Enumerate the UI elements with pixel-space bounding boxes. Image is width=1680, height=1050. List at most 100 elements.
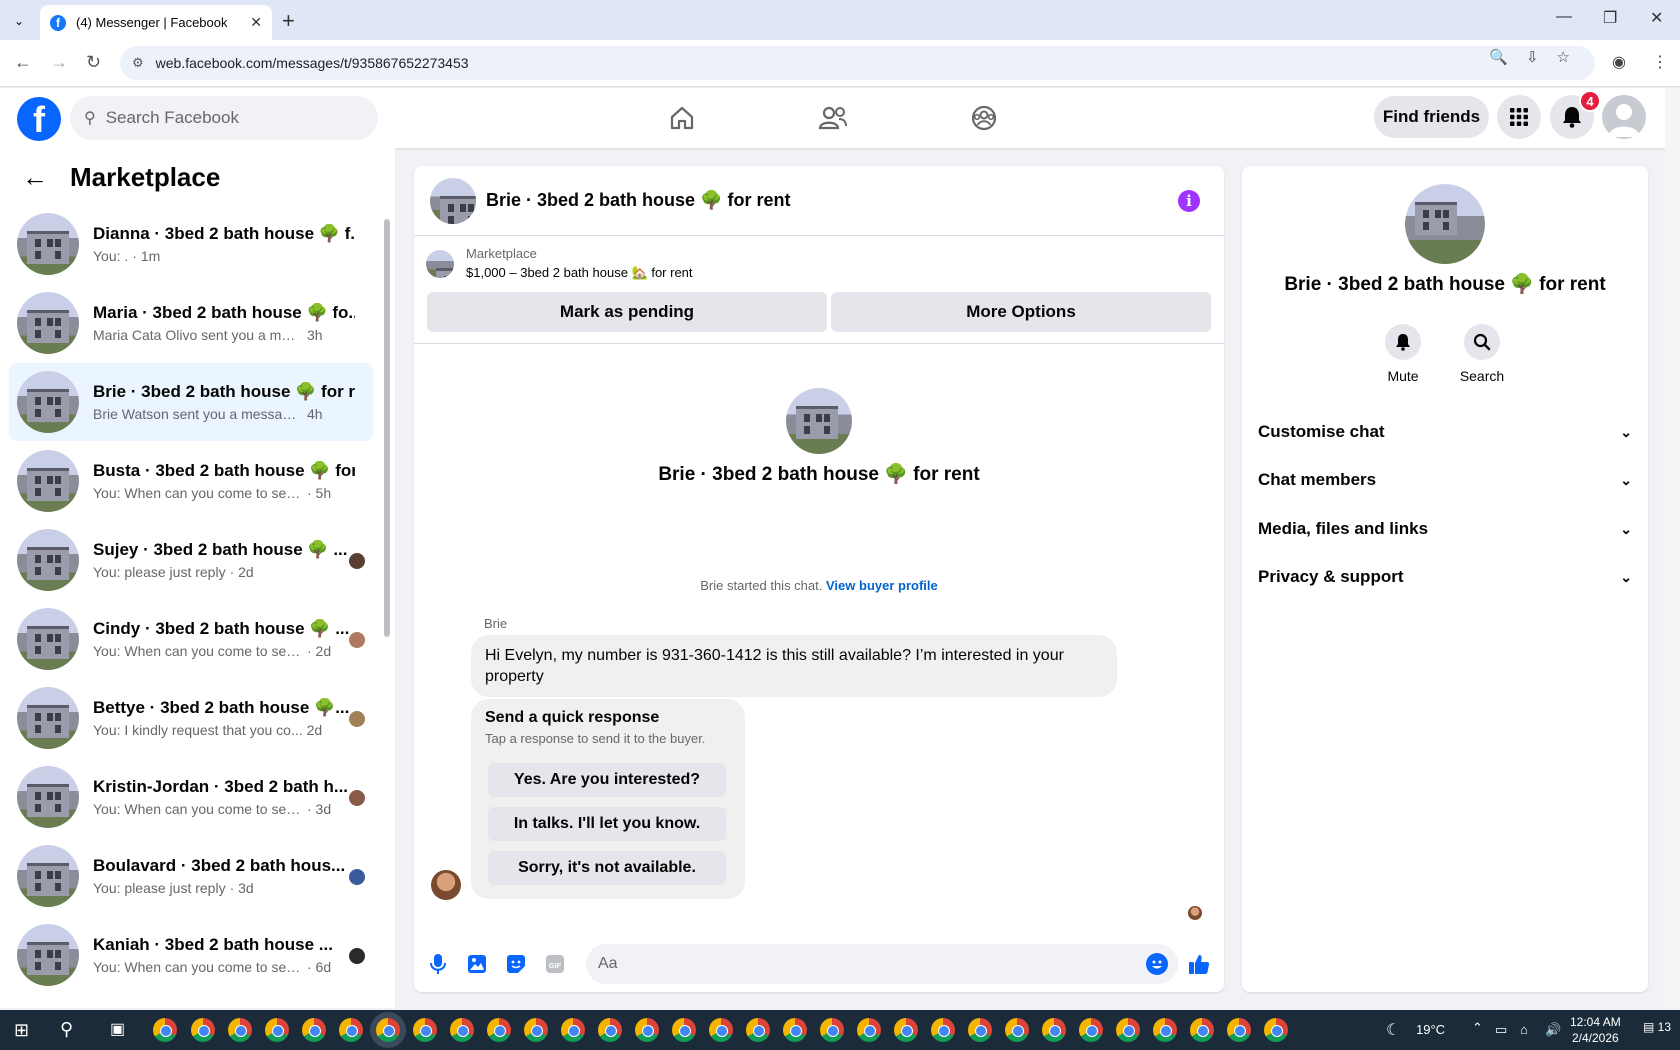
volume-icon[interactable]: 🔊 — [1545, 1022, 1561, 1038]
close-window-icon[interactable]: ✕ — [1650, 8, 1663, 28]
chrome-taskbar-icon[interactable] — [746, 1018, 770, 1042]
friends-icon[interactable] — [813, 98, 853, 138]
scrollbar-thumb[interactable] — [384, 219, 390, 637]
tray-device-icon[interactable]: ▭ — [1495, 1022, 1507, 1038]
chrome-taskbar-icon[interactable] — [339, 1018, 363, 1042]
sidebar-scrollbar[interactable] — [383, 203, 391, 1003]
conversation-item[interactable]: Dianna · 3bed 2 bath house 🌳 f... You: .… — [9, 205, 373, 283]
chrome-taskbar-icon[interactable] — [1079, 1018, 1103, 1042]
chrome-taskbar-icon[interactable] — [635, 1018, 659, 1042]
chrome-taskbar-icon[interactable] — [265, 1018, 289, 1042]
search-in-chat-button[interactable]: Search — [1452, 324, 1512, 384]
facebook-logo-icon[interactable]: f — [17, 97, 61, 141]
chrome-taskbar-icon[interactable] — [709, 1018, 733, 1042]
url-omnibox[interactable]: ⚙ web.facebook.com/messages/t/9358676522… — [120, 46, 1595, 80]
chrome-taskbar-icon[interactable] — [783, 1018, 807, 1042]
home-icon[interactable] — [662, 98, 702, 138]
chrome-taskbar-icon[interactable] — [857, 1018, 881, 1042]
info-icon[interactable]: i — [1178, 190, 1200, 212]
find-friends-button[interactable]: Find friends — [1374, 96, 1489, 138]
install-app-icon[interactable]: ⇩ — [1526, 48, 1539, 66]
chat-members-row[interactable]: Chat members ⌄ — [1258, 460, 1632, 500]
profile-icon[interactable]: ◉ — [1612, 52, 1626, 72]
conversation-item[interactable]: Maria · 3bed 2 bath house 🌳 fo... Maria … — [9, 284, 373, 362]
chrome-menu-icon[interactable]: ⋮ — [1652, 52, 1668, 72]
chrome-taskbar-icon[interactable] — [672, 1018, 696, 1042]
mute-button[interactable]: Mute — [1373, 324, 1433, 384]
menu-grid-icon[interactable] — [1497, 95, 1541, 139]
restore-icon[interactable]: ❐ — [1603, 8, 1617, 28]
page-scrollbar[interactable] — [1665, 88, 1680, 1008]
chat-thumbnail[interactable] — [430, 177, 476, 224]
chrome-taskbar-icon[interactable] — [561, 1018, 585, 1042]
conversation-item[interactable]: Cindy · 3bed 2 bath house 🌳 ... You: Whe… — [9, 600, 373, 678]
conversation-item-active[interactable]: Brie · 3bed 2 bath house 🌳 for r... Brie… — [9, 363, 373, 441]
mark-pending-button[interactable]: Mark as pending — [427, 292, 827, 332]
zoom-icon[interactable]: 🔍 — [1489, 48, 1508, 66]
network-icon[interactable]: ⌂ — [1520, 1022, 1528, 1037]
chrome-taskbar-icon[interactable] — [487, 1018, 511, 1042]
conversation-item[interactable]: Boulavard · 3bed 2 bath hous... You: ple… — [9, 837, 373, 915]
quick-reply-button[interactable]: Yes. Are you interested? — [488, 763, 726, 797]
conversation-item[interactable]: Bettye · 3bed 2 bath house 🌳... You: I k… — [9, 679, 373, 757]
bookmark-star-icon[interactable]: ☆ — [1557, 48, 1570, 66]
gif-icon[interactable]: GIF — [543, 952, 567, 976]
reload-icon[interactable]: ↻ — [86, 52, 101, 73]
chrome-taskbar-icon[interactable] — [376, 1018, 400, 1042]
new-tab-icon[interactable]: + — [282, 8, 295, 34]
chrome-taskbar-icon[interactable] — [191, 1018, 215, 1042]
forward-icon[interactable]: → — [50, 52, 68, 73]
conversation-item[interactable]: Sujey · 3bed 2 bath house 🌳 ... You: ple… — [9, 521, 373, 599]
windows-start-icon[interactable]: ⊞ — [14, 1020, 29, 1041]
chrome-taskbar-icon[interactable] — [1116, 1018, 1140, 1042]
account-avatar[interactable] — [1602, 95, 1646, 139]
weather-moon-icon[interactable]: ☾ — [1386, 1020, 1400, 1040]
privacy-support-row[interactable]: Privacy & support ⌄ — [1258, 557, 1632, 597]
chrome-taskbar-icon[interactable] — [228, 1018, 252, 1042]
tray-chevron-up-icon[interactable]: ⌃ — [1472, 1020, 1483, 1036]
back-arrow-icon[interactable]: ← — [22, 162, 48, 193]
chrome-taskbar-icon[interactable] — [413, 1018, 437, 1042]
media-files-links-row[interactable]: Media, files and links ⌄ — [1258, 509, 1632, 549]
chrome-taskbar-icon[interactable] — [968, 1018, 992, 1042]
conversation-item[interactable]: Kaniah · 3bed 2 bath house ... You: When… — [9, 916, 373, 994]
chrome-taskbar-icon[interactable] — [598, 1018, 622, 1042]
groups-icon[interactable] — [964, 98, 1004, 138]
chrome-taskbar-icon[interactable] — [1264, 1018, 1288, 1042]
notification-center-icon[interactable]: ▤ 13 — [1643, 1020, 1671, 1034]
view-buyer-profile-link[interactable]: View buyer profile — [826, 578, 938, 593]
chrome-taskbar-icon[interactable] — [450, 1018, 474, 1042]
like-thumbs-up-icon[interactable] — [1187, 952, 1211, 976]
microphone-icon[interactable] — [426, 952, 450, 976]
customise-chat-row[interactable]: Customise chat ⌄ — [1258, 412, 1632, 452]
chrome-taskbar-icon[interactable] — [1153, 1018, 1177, 1042]
chrome-taskbar-icon[interactable] — [1042, 1018, 1066, 1042]
back-icon[interactable]: ← — [14, 52, 32, 73]
quick-reply-button[interactable]: Sorry, it's not available. — [488, 851, 726, 885]
chrome-taskbar-icon[interactable] — [820, 1018, 844, 1042]
conversation-item[interactable]: Kristin-Jordan · 3bed 2 bath h... You: W… — [9, 758, 373, 836]
tab-search-icon[interactable]: ⌄ — [8, 10, 30, 32]
chrome-taskbar-icon[interactable] — [931, 1018, 955, 1042]
facebook-search-input[interactable]: ⚲ Search Facebook — [70, 96, 378, 140]
emoji-icon[interactable] — [1146, 953, 1168, 975]
conversation-item[interactable]: Busta · 3bed 2 bath house 🌳 for... You: … — [9, 442, 373, 520]
sticker-icon[interactable] — [504, 952, 528, 976]
taskbar-search-icon[interactable]: ⚲ — [60, 1019, 73, 1040]
message-input[interactable]: Aa — [586, 944, 1178, 984]
chrome-taskbar-icon[interactable] — [302, 1018, 326, 1042]
chrome-taskbar-icon[interactable] — [1227, 1018, 1251, 1042]
site-info-icon[interactable]: ⚙ — [132, 55, 144, 71]
chrome-taskbar-icon[interactable] — [1005, 1018, 1029, 1042]
chrome-taskbar-icon[interactable] — [153, 1018, 177, 1042]
more-options-button[interactable]: More Options — [831, 292, 1211, 332]
weather-temperature[interactable]: 19°C — [1416, 1022, 1445, 1037]
listing-summary[interactable]: Marketplace $1,000 – 3bed 2 bath house 🏡… — [426, 246, 693, 281]
photo-icon[interactable] — [465, 952, 489, 976]
chrome-taskbar-icon[interactable] — [1190, 1018, 1214, 1042]
chat-title[interactable]: Brie · 3bed 2 bath house 🌳 for rent — [486, 190, 790, 211]
chrome-taskbar-icon[interactable] — [894, 1018, 918, 1042]
task-view-icon[interactable]: ▣ — [110, 1019, 125, 1039]
chrome-taskbar-icon[interactable] — [524, 1018, 548, 1042]
browser-tab[interactable]: f (4) Messenger | Facebook ✕ — [40, 5, 272, 40]
